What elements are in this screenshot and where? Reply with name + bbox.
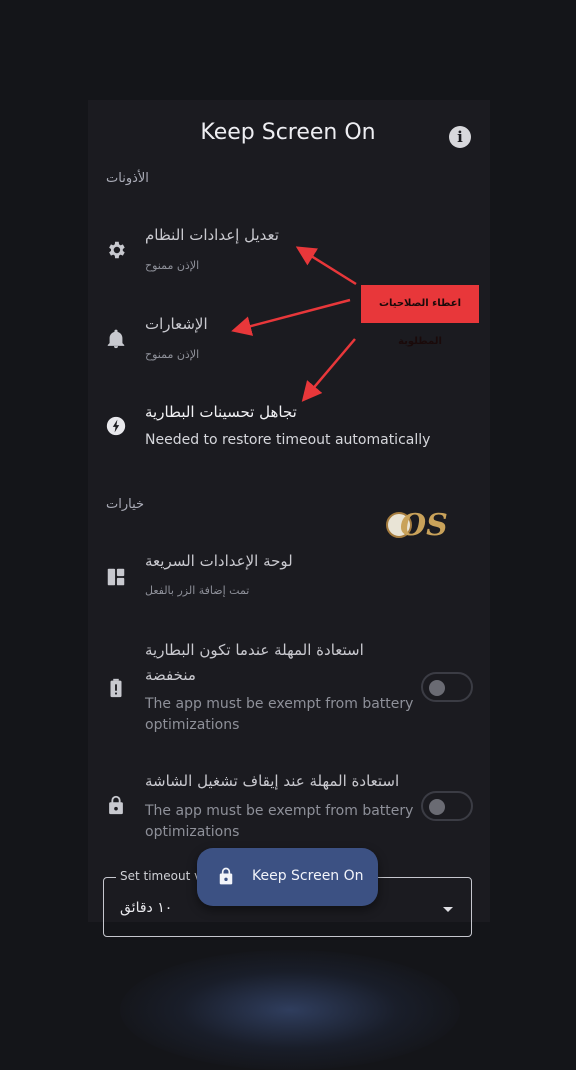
arrow-to-system-settings xyxy=(295,246,357,286)
annotation-callout: اعطاء الصلاحيات المطلوبة xyxy=(361,285,479,347)
annotation-arrows xyxy=(231,246,357,402)
arrow-to-battery-optimization xyxy=(301,338,356,402)
arrow-to-notifications xyxy=(231,298,351,336)
